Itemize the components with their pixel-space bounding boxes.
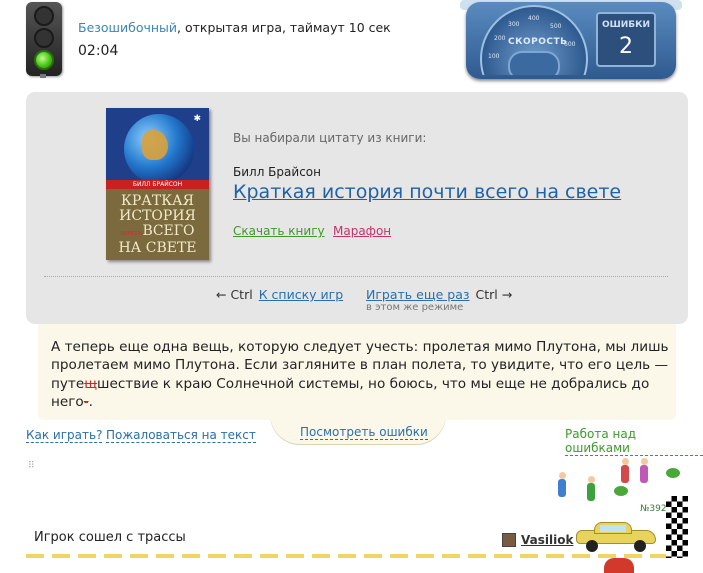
player-rank-badge: №392	[640, 504, 667, 514]
book-title-link[interactable]: Краткая история почти всего на свете	[233, 181, 621, 203]
car-wheel	[634, 540, 646, 552]
traffic-lamp-green	[34, 50, 54, 70]
again-shortcut: Ctrl →	[475, 287, 513, 302]
spectator	[558, 479, 566, 497]
spectator	[640, 465, 648, 483]
car-window	[600, 525, 626, 532]
cover-title-line: почтиВСЕГО	[106, 224, 209, 241]
back-nav: ← Ctrl К списку игр	[216, 287, 343, 302]
quote-part: .	[88, 394, 93, 411]
speed-tick: 100	[488, 53, 500, 60]
bush-icon	[666, 468, 680, 478]
traffic-lamp-red	[34, 6, 54, 26]
speed-tick: 200	[494, 35, 506, 42]
cover-title: КРАТКАЯ ИСТОРИЯ почтиВСЕГО НА СВЕТЕ	[106, 194, 209, 256]
race-status: Игрок сошел с трассы	[34, 530, 186, 545]
game-timer: 02:04	[78, 43, 119, 59]
errors-counter: ОШИБКИ 2	[596, 12, 656, 67]
quote-part: шествие к краю Солнечной системы, но бою…	[51, 375, 650, 411]
cover-title-small: почти	[120, 229, 143, 237]
typed-from-label: Вы набирали цитату из книги:	[233, 131, 427, 145]
play-again-link[interactable]: Играть еще раз	[366, 287, 470, 302]
spectator-head	[641, 458, 648, 465]
player-tag[interactable]: Vasiliok	[502, 532, 573, 548]
cover-author: БИЛЛ БРАЙСОН	[106, 180, 209, 189]
speed-tick: 500	[550, 23, 562, 30]
errors-count: 2	[619, 34, 633, 59]
view-errors-link[interactable]: Посмотреть ошибки	[300, 425, 428, 440]
complain-text-link[interactable]: Пожаловаться на текст	[106, 428, 256, 443]
spectator-head	[559, 472, 566, 479]
speedometer-icon: 100 200 300 400 500 600 СКОРОСТЬ	[480, 5, 588, 75]
typing-error: щ	[84, 375, 98, 392]
spectator	[621, 465, 629, 483]
back-shortcut: ← Ctrl	[216, 287, 253, 302]
bush-icon	[614, 486, 628, 496]
errors-label: ОШИБКИ	[601, 20, 651, 30]
work-on-errors-link[interactable]: Работа над ошибками	[565, 427, 703, 456]
cover-title-line: НА СВЕТЕ	[118, 240, 197, 256]
traffic-light-pole	[40, 74, 46, 78]
game-mode-line: Безошибочный, открытая игра, таймаут 10 …	[78, 20, 391, 35]
spectator-head	[622, 458, 629, 465]
again-nav: Играть еще раз Ctrl →	[366, 287, 512, 302]
cover-title-line: КРАТКАЯ	[121, 193, 194, 209]
traffic-lamp-yellow	[34, 28, 54, 48]
player-name[interactable]: Vasiliok	[521, 533, 573, 547]
cover-title-word: ВСЕГО	[142, 223, 195, 239]
avatar	[502, 533, 516, 547]
race-track	[26, 554, 666, 558]
car-icon	[576, 520, 656, 552]
car-wheel	[586, 540, 598, 552]
speed-label: СКОРОСТЬ	[508, 37, 568, 47]
drag-handle-icon[interactable]: ⠿	[28, 461, 35, 471]
speed-tick: 300	[508, 21, 520, 28]
cover-title-line: ИСТОРИЯ	[119, 208, 196, 224]
game-mode-link[interactable]: Безошибочный	[78, 20, 177, 35]
divider	[44, 276, 668, 277]
game-mode-details: , открытая игра, таймаут 10 сек	[177, 20, 391, 35]
how-to-play-link[interactable]: Как играть?	[26, 428, 103, 443]
red-car-icon	[604, 558, 634, 573]
marathon-link[interactable]: Марафон	[333, 224, 391, 238]
book-author: Билл Брайсон	[233, 165, 321, 179]
quote-text: А теперь еще одна вещь, которую следует …	[51, 338, 669, 412]
same-mode-note: в этом же режиме	[366, 302, 464, 313]
star-icon: ✱	[193, 114, 201, 124]
games-list-link[interactable]: К списку игр	[259, 287, 343, 302]
continent-shape	[142, 130, 168, 160]
speed-tick: 400	[528, 15, 540, 22]
speedometer-hub	[508, 51, 560, 75]
quote-panel: А теперь еще одна вещь, которую следует …	[38, 324, 676, 420]
spectator	[587, 483, 595, 501]
traffic-light-icon	[26, 2, 62, 76]
download-book-link[interactable]: Скачать книгу	[233, 224, 325, 238]
finish-flag-icon	[666, 496, 688, 558]
book-cover[interactable]: ✱ БИЛЛ БРАЙСОН КРАТКАЯ ИСТОРИЯ почтиВСЕГ…	[106, 108, 209, 260]
spectator-head	[588, 476, 595, 483]
